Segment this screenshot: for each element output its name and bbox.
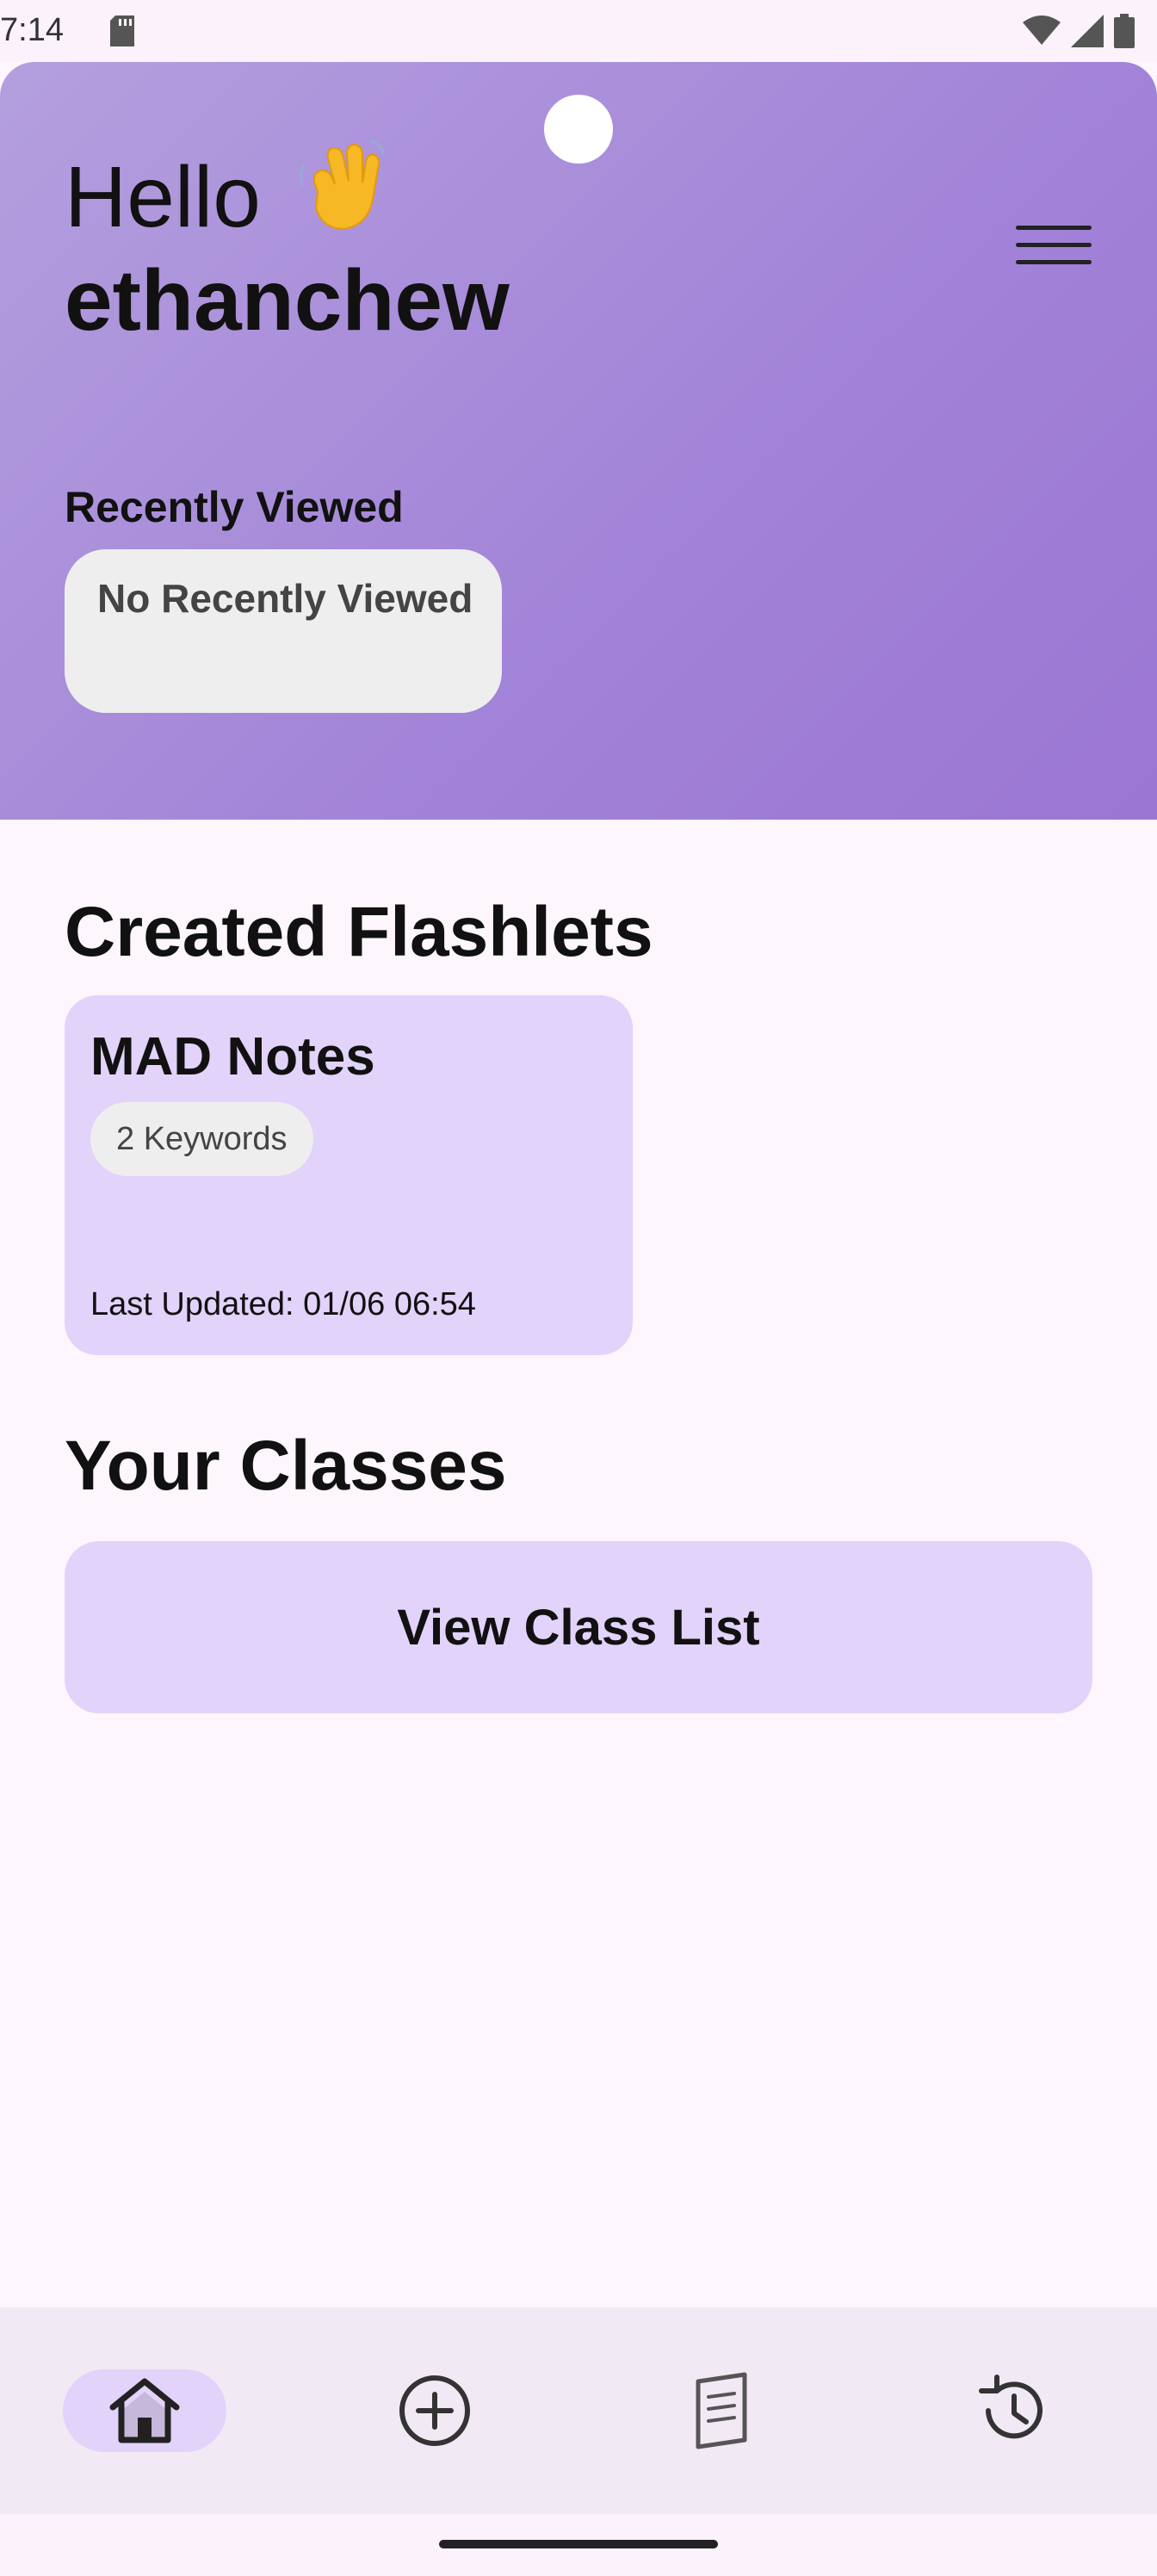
greeting: Hello — [65, 139, 387, 255]
flashlet-card[interactable]: MAD Notes 2 Keywords Last Updated: 01/06… — [65, 995, 633, 1355]
nav-flashlets[interactable] — [640, 2369, 804, 2452]
status-icons — [1023, 14, 1135, 48]
home-icon — [109, 2378, 180, 2443]
status-time: 7:14 — [0, 12, 64, 48]
wave-icon — [292, 139, 387, 255]
signal-icon — [1071, 15, 1104, 47]
nav-create[interactable] — [353, 2369, 517, 2452]
last-updated-text: Last Updated: 01/06 06:54 — [90, 1286, 476, 1322]
your-classes-title: Your Classes — [65, 1427, 507, 1505]
bottom-nav — [0, 2307, 1157, 2514]
nav-history[interactable] — [931, 2369, 1095, 2452]
add-circle-icon — [399, 2375, 470, 2446]
nav-home[interactable] — [63, 2369, 226, 2452]
keyword-count-chip: 2 Keywords — [90, 1102, 313, 1176]
flashlet-title: MAD Notes — [90, 1027, 375, 1087]
hamburger-menu-icon[interactable] — [1005, 214, 1092, 276]
recently-viewed-empty-text: No Recently Viewed — [97, 576, 473, 621]
status-bar: 7:14 — [0, 0, 1157, 62]
created-flashlets-title: Created Flashlets — [65, 893, 653, 971]
sd-card-icon — [110, 15, 134, 46]
username: ethanchew — [65, 252, 510, 349]
document-icon — [696, 2372, 747, 2449]
recently-viewed-label: Recently Viewed — [65, 483, 404, 531]
header-banner: Hello ethanchew Recently Viewed No Recen… — [0, 62, 1157, 820]
wifi-icon — [1023, 15, 1061, 45]
home-indicator[interactable] — [439, 2540, 718, 2548]
greeting-text: Hello — [65, 148, 261, 245]
camera-cutout — [544, 95, 613, 164]
recently-viewed-card: No Recently Viewed — [65, 549, 502, 713]
battery-icon — [1114, 14, 1135, 48]
view-class-list-button[interactable]: View Class List — [65, 1541, 1092, 1713]
history-icon — [979, 2375, 1043, 2439]
